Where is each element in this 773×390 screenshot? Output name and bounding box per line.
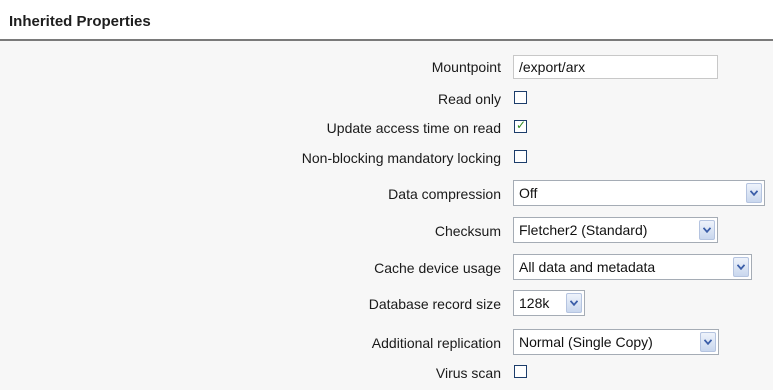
update-access-time-label: Update access time on read: [326, 120, 501, 136]
update-access-time-checkbox[interactable]: ✓: [514, 118, 527, 133]
mountpoint-row: Mountpoint: [0, 53, 773, 81]
read-only-label: Read only: [437, 91, 501, 107]
checksum-label: Checksum: [434, 223, 501, 239]
chevron-down-icon: [699, 220, 715, 240]
data-compression-row: Data compression Off: [0, 179, 773, 207]
data-compression-select[interactable]: Off: [513, 180, 765, 206]
mountpoint-input[interactable]: [513, 55, 718, 79]
database-record-size-label: Database record size: [368, 296, 501, 312]
cache-device-usage-row: Cache device usage All data and metadata: [0, 253, 773, 281]
non-blocking-locking-label: Non-blocking mandatory locking: [301, 150, 501, 166]
cache-device-usage-label: Cache device usage: [374, 260, 501, 276]
database-record-size-select[interactable]: 128k: [513, 290, 585, 316]
section-header: Inherited Properties: [0, 0, 773, 41]
additional-replication-row: Additional replication Normal (Single Co…: [0, 328, 773, 356]
data-compression-label: Data compression: [388, 186, 501, 202]
additional-replication-value: Normal (Single Copy): [519, 334, 653, 350]
additional-replication-select[interactable]: Normal (Single Copy): [513, 329, 719, 355]
virus-scan-checkbox[interactable]: [514, 365, 527, 378]
database-record-size-value: 128k: [519, 295, 550, 311]
non-blocking-locking-checkbox[interactable]: [514, 150, 527, 163]
virus-scan-row: Virus scan: [0, 362, 773, 384]
checkmark-icon: ✓: [516, 118, 527, 132]
cache-device-usage-value: All data and metadata: [519, 259, 656, 275]
chevron-down-icon: [746, 183, 762, 203]
checksum-select[interactable]: Fletcher2 (Standard): [513, 217, 718, 243]
non-blocking-locking-row: Non-blocking mandatory locking: [0, 147, 773, 169]
update-access-time-row: Update access time on read ✓: [0, 117, 773, 139]
chevron-down-icon: [733, 257, 749, 277]
cache-device-usage-select[interactable]: All data and metadata: [513, 254, 752, 280]
read-only-row: Read only: [0, 88, 773, 110]
database-record-size-row: Database record size 128k: [0, 289, 773, 317]
chevron-down-icon: [700, 332, 716, 352]
chevron-down-icon: [566, 293, 582, 313]
data-compression-value: Off: [519, 185, 538, 201]
checksum-row: Checksum Fletcher2 (Standard): [0, 216, 773, 244]
mountpoint-label: Mountpoint: [431, 59, 501, 75]
checksum-value: Fletcher2 (Standard): [519, 222, 648, 238]
section-title: Inherited Properties: [9, 13, 151, 30]
additional-replication-label: Additional replication: [371, 335, 501, 351]
virus-scan-label: Virus scan: [435, 365, 501, 381]
inherited-properties-panel: Inherited Properties Mountpoint Read onl…: [0, 0, 773, 390]
read-only-checkbox[interactable]: [514, 91, 527, 104]
